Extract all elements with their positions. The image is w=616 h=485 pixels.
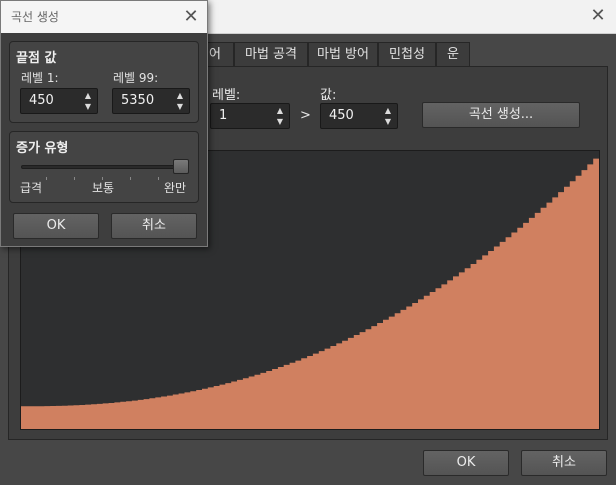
spin-down-icon[interactable]: ▼	[275, 117, 285, 127]
slider-tick	[158, 177, 159, 180]
generate-curve-dialog: 곡선 생성 ✕ 끝점 값 레벨 1: 레벨 99: 450 ▲ ▼ 5350 ▲…	[0, 0, 208, 247]
growth-slider-groove[interactable]	[21, 165, 189, 169]
slider-label-steep: 급격	[20, 181, 43, 195]
generate-curve-button[interactable]: 곡선 생성...	[422, 102, 580, 128]
level1-value: 450	[29, 93, 54, 108]
level1-spinbox[interactable]: 450 ▲ ▼	[20, 88, 98, 114]
dialog-title: 곡선 생성	[11, 10, 59, 24]
level99-value: 5350	[121, 93, 155, 108]
level1-label: 레벨 1:	[21, 71, 59, 85]
slider-tick	[74, 177, 75, 180]
value-label: 값:	[320, 88, 337, 103]
slider-tick	[46, 177, 47, 180]
dialog-ok-button[interactable]: OK	[13, 213, 99, 239]
growth-slider-handle[interactable]	[173, 159, 189, 174]
level99-spinbox[interactable]: 5350 ▲ ▼	[112, 88, 190, 114]
spin-up-icon[interactable]: ▲	[275, 106, 285, 116]
ok-button[interactable]: OK	[423, 450, 509, 476]
spin-down-icon[interactable]: ▼	[175, 102, 185, 112]
growth-group-title: 증가 유형	[16, 141, 69, 156]
level-spinbox[interactable]: 1 ▲ ▼	[210, 103, 290, 129]
dialog-close-icon[interactable]: ✕	[181, 7, 201, 27]
compare-symbol: >	[300, 108, 311, 123]
value-spinbox[interactable]: 450 ▲ ▼	[320, 103, 398, 129]
tab-luck[interactable]: 운	[436, 42, 470, 66]
tab-magic-defense[interactable]: 마법 방어	[308, 42, 378, 66]
dialog-cancel-button[interactable]: 취소	[111, 213, 197, 239]
cancel-button[interactable]: 취소	[521, 450, 607, 476]
level-label: 레벨:	[212, 88, 241, 103]
spin-down-icon[interactable]: ▼	[83, 102, 93, 112]
main-close-icon[interactable]: ✕	[588, 6, 608, 26]
slider-label-gentle: 완만	[164, 181, 187, 195]
tab-magic-attack[interactable]: 마법 공격	[234, 42, 308, 66]
endpoints-group-title: 끝점 값	[16, 51, 57, 66]
tab-agility[interactable]: 민첩성	[378, 42, 436, 66]
spin-up-icon[interactable]: ▲	[83, 91, 93, 101]
spin-up-icon[interactable]: ▲	[383, 106, 393, 116]
slider-tick	[130, 177, 131, 180]
spin-up-icon[interactable]: ▲	[175, 91, 185, 101]
level99-label: 레벨 99:	[113, 71, 159, 85]
slider-label-normal: 보통	[92, 181, 115, 195]
level-value: 1	[219, 108, 228, 123]
value-value: 450	[329, 108, 354, 123]
spin-down-icon[interactable]: ▼	[383, 117, 393, 127]
